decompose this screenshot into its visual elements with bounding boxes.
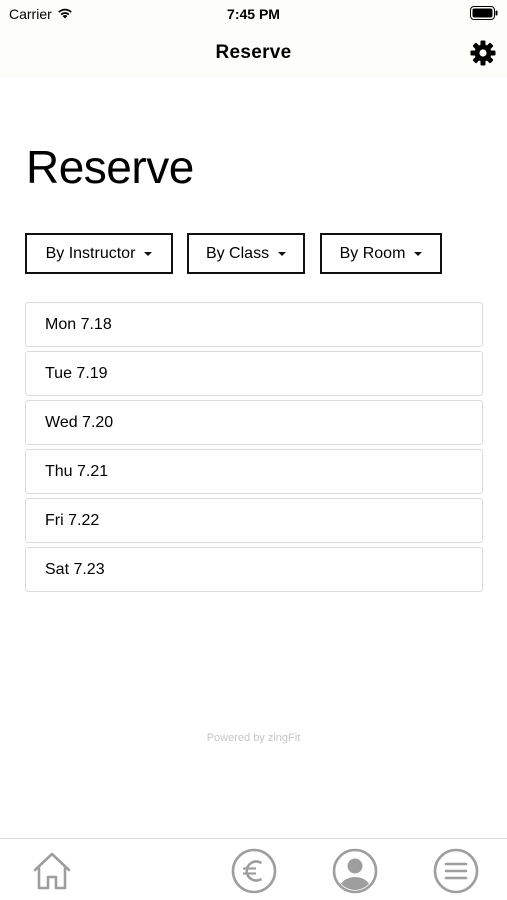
caret-down-icon — [414, 251, 423, 256]
nav-bar: Reserve — [0, 30, 507, 78]
day-item-thu[interactable]: Thu 7.21 — [25, 449, 483, 494]
filter-by-room-button[interactable]: By Room — [320, 233, 442, 274]
day-label: Tue 7.19 — [45, 364, 108, 382]
day-item-fri[interactable]: Fri 7.22 — [25, 498, 483, 543]
day-item-sat[interactable]: Sat 7.23 — [25, 547, 483, 592]
filter-label: By Room — [339, 244, 406, 262]
day-label: Sat 7.23 — [45, 560, 105, 578]
caret-down-icon — [278, 251, 287, 256]
day-item-wed[interactable]: Wed 7.20 — [25, 400, 483, 445]
tab-bar — [0, 838, 507, 900]
filter-by-instructor-button[interactable]: By Instructor — [25, 233, 173, 274]
profile-icon[interactable] — [332, 848, 378, 894]
day-label: Mon 7.18 — [45, 315, 112, 333]
status-time: 7:45 PM — [227, 6, 280, 22]
menu-icon[interactable] — [433, 848, 479, 894]
nav-title: Reserve — [215, 42, 292, 63]
gear-icon[interactable] — [469, 39, 497, 67]
day-label: Thu 7.21 — [45, 462, 109, 480]
filter-by-class-button[interactable]: By Class — [187, 233, 305, 274]
filter-label: By Class — [205, 244, 270, 262]
day-item-mon[interactable]: Mon 7.18 — [25, 302, 483, 347]
caret-down-icon — [144, 251, 153, 256]
day-label: Wed 7.20 — [45, 413, 114, 431]
day-item-tue[interactable]: Tue 7.19 — [25, 351, 483, 396]
day-label: Fri 7.22 — [45, 511, 100, 529]
reserve-screen: Carrier 7:45 PM Reserve Reserve By Instr… — [0, 0, 507, 900]
home-icon[interactable] — [29, 848, 75, 894]
page-title: Reserve — [26, 141, 194, 193]
status-bar: Carrier 7:45 PM — [0, 0, 507, 30]
battery-icon — [470, 6, 498, 25]
powered-by-link[interactable]: Powered by zingFit — [0, 732, 507, 744]
day-list: Mon 7.18 Tue 7.19 Wed 7.20 Thu 7.21 Fri … — [25, 302, 483, 596]
euro-icon[interactable] — [231, 848, 277, 894]
filter-label: By Instructor — [45, 244, 136, 262]
